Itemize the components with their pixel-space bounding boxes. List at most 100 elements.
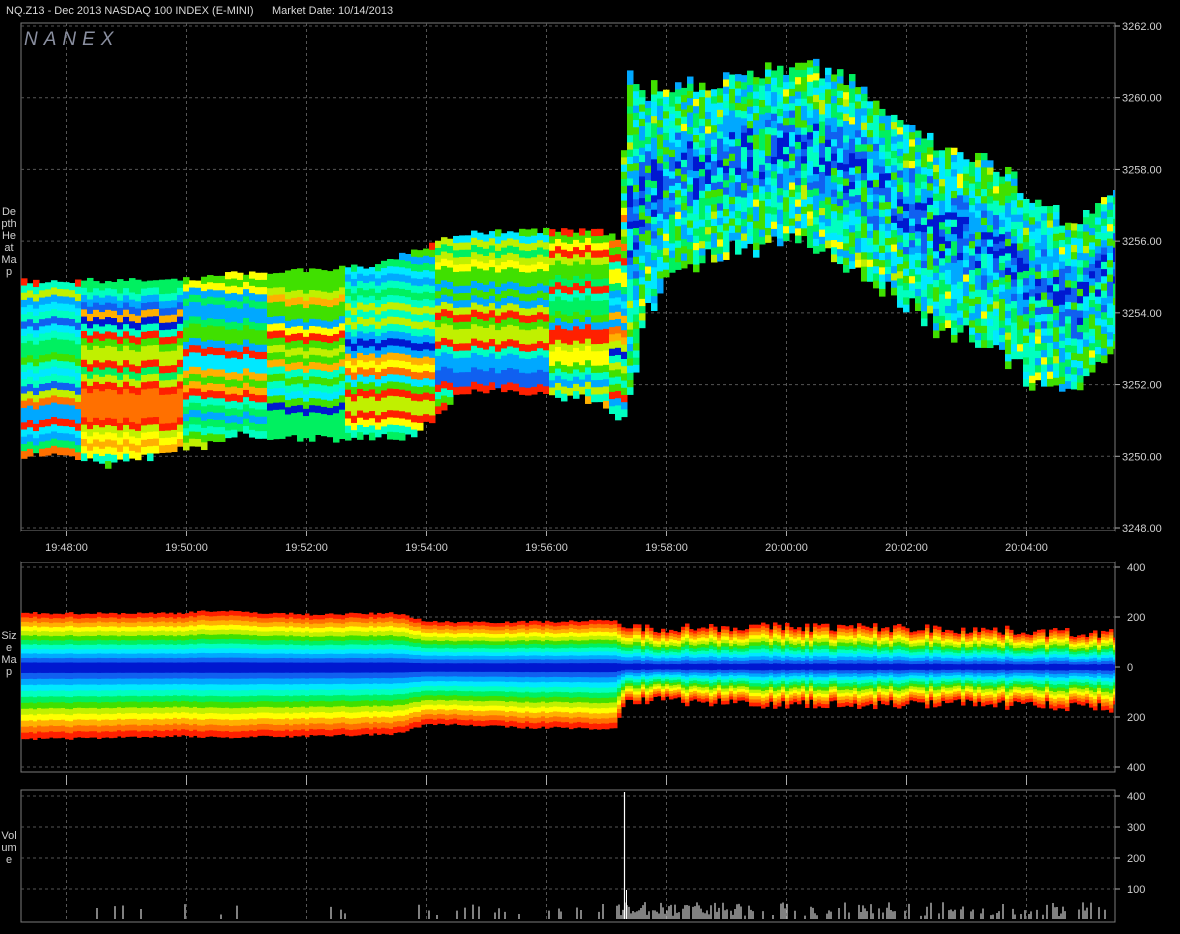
size-cell (61, 667, 66, 674)
depth-cell (831, 96, 838, 104)
depth-cell (909, 153, 916, 162)
depth-cell (495, 294, 502, 302)
depth-cell (897, 235, 904, 243)
size-cell (33, 721, 38, 728)
depth-cell (45, 426, 52, 434)
depth-cell (879, 173, 886, 182)
depth-cell (861, 223, 868, 232)
depth-cell (585, 237, 592, 246)
depth-cell (405, 261, 412, 269)
depth-cell (447, 346, 454, 355)
depth-cell (813, 145, 820, 153)
depth-cell (921, 304, 928, 312)
depth-cell (393, 360, 400, 368)
depth-cell (969, 313, 976, 321)
depth-cell (447, 253, 454, 261)
depth-cell (183, 277, 190, 285)
depth-cell (819, 236, 826, 245)
depth-cell (219, 369, 226, 378)
depth-cell (597, 315, 604, 323)
depth-cell (1113, 276, 1115, 285)
size-cell (69, 667, 74, 674)
depth-cell (687, 227, 694, 236)
depth-cell (627, 214, 634, 223)
depth-cell (1107, 231, 1114, 240)
depth-cell (291, 276, 298, 284)
depth-cell (435, 247, 442, 256)
depth-cell (741, 226, 748, 235)
depth-cell (597, 257, 604, 266)
depth-cell (813, 138, 820, 146)
depth-cell (159, 351, 166, 360)
depth-cell (615, 333, 622, 342)
depth-cell (1083, 224, 1090, 233)
size-cell (49, 653, 54, 659)
depth-cell (507, 317, 514, 326)
depth-cell (657, 98, 664, 107)
depth-cell (99, 362, 106, 371)
depth-cell (891, 258, 898, 267)
depth-cell (243, 325, 250, 333)
depth-cell (375, 386, 382, 395)
depth-cell (861, 108, 868, 116)
depth-cell (1011, 337, 1018, 345)
depth-cell (147, 323, 154, 332)
depth-cell (411, 364, 418, 373)
depth-cell (537, 269, 544, 277)
depth-cell (549, 315, 556, 324)
size-cell (53, 690, 58, 698)
depth-cell (639, 277, 646, 285)
depth-cell (873, 215, 880, 224)
size-cell (33, 733, 38, 740)
depth-cell (951, 226, 958, 235)
depth-cell (33, 330, 40, 338)
depth-cell (297, 354, 304, 363)
depth-cell (813, 66, 820, 74)
depth-cell (741, 75, 748, 83)
depth-cell (975, 239, 982, 248)
depth-cell (477, 319, 484, 327)
depth-cell (459, 379, 466, 388)
depth-cell (297, 376, 304, 385)
depth-cell (63, 411, 70, 420)
depth-cell (39, 347, 46, 356)
depth-cell (897, 242, 904, 251)
depth-cell (1053, 276, 1060, 285)
depth-cell (621, 351, 628, 360)
size-cell (77, 672, 82, 680)
depth-cell (621, 394, 628, 403)
size-cell (25, 672, 30, 680)
depth-cell (21, 422, 28, 431)
depth-cell (897, 192, 904, 200)
depth-cell (981, 289, 988, 298)
depth-cell (81, 424, 88, 433)
depth-cell (777, 159, 784, 168)
depth-cell (537, 341, 544, 349)
depth-cell (615, 275, 622, 284)
depth-cell (699, 154, 706, 163)
depth-cell (1011, 221, 1018, 230)
depth-cell (837, 227, 844, 236)
depth-cell (633, 278, 640, 287)
depth-cell (375, 379, 382, 387)
depth-cell (339, 287, 346, 296)
size-cell (25, 732, 30, 740)
depth-cell (351, 408, 358, 417)
depth-cell (207, 282, 214, 290)
depth-cell (69, 362, 76, 370)
depth-cell (561, 307, 568, 316)
depth-cell (759, 179, 766, 187)
depth-cell (765, 119, 772, 128)
depth-cell (375, 278, 382, 287)
depth-cell (123, 331, 130, 340)
depth-cell (555, 310, 562, 319)
depth-cell (903, 196, 910, 205)
depth-cell (273, 309, 280, 317)
depth-cell (1035, 329, 1042, 338)
depth-cell (723, 216, 730, 224)
depth-cell (741, 103, 748, 112)
depth-cell (981, 174, 988, 183)
depth-cell (627, 257, 634, 266)
depth-cell (111, 404, 118, 413)
depth-cell (327, 415, 334, 423)
